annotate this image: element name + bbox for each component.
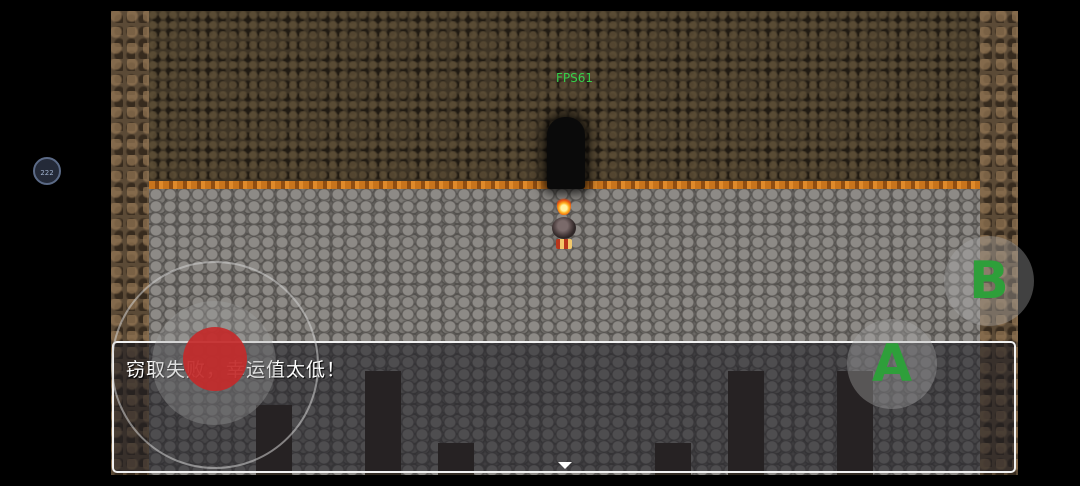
virtual-joystick-thumb[interactable] (183, 327, 247, 391)
game-screen: FPS61 窃取失败，幸运值太低！ 222 B A (0, 0, 1080, 486)
player-body (552, 217, 576, 239)
player-feet (556, 239, 572, 249)
fps-counter: FPS61 (556, 71, 594, 85)
b-button[interactable]: B (944, 236, 1034, 326)
player-character (547, 191, 583, 261)
a-button[interactable]: A (847, 319, 937, 409)
torch-flame-icon (557, 195, 571, 215)
floating-menu-button[interactable]: 222 (33, 157, 61, 185)
cave-doorway (547, 117, 585, 189)
continue-arrow-icon[interactable] (558, 462, 572, 469)
